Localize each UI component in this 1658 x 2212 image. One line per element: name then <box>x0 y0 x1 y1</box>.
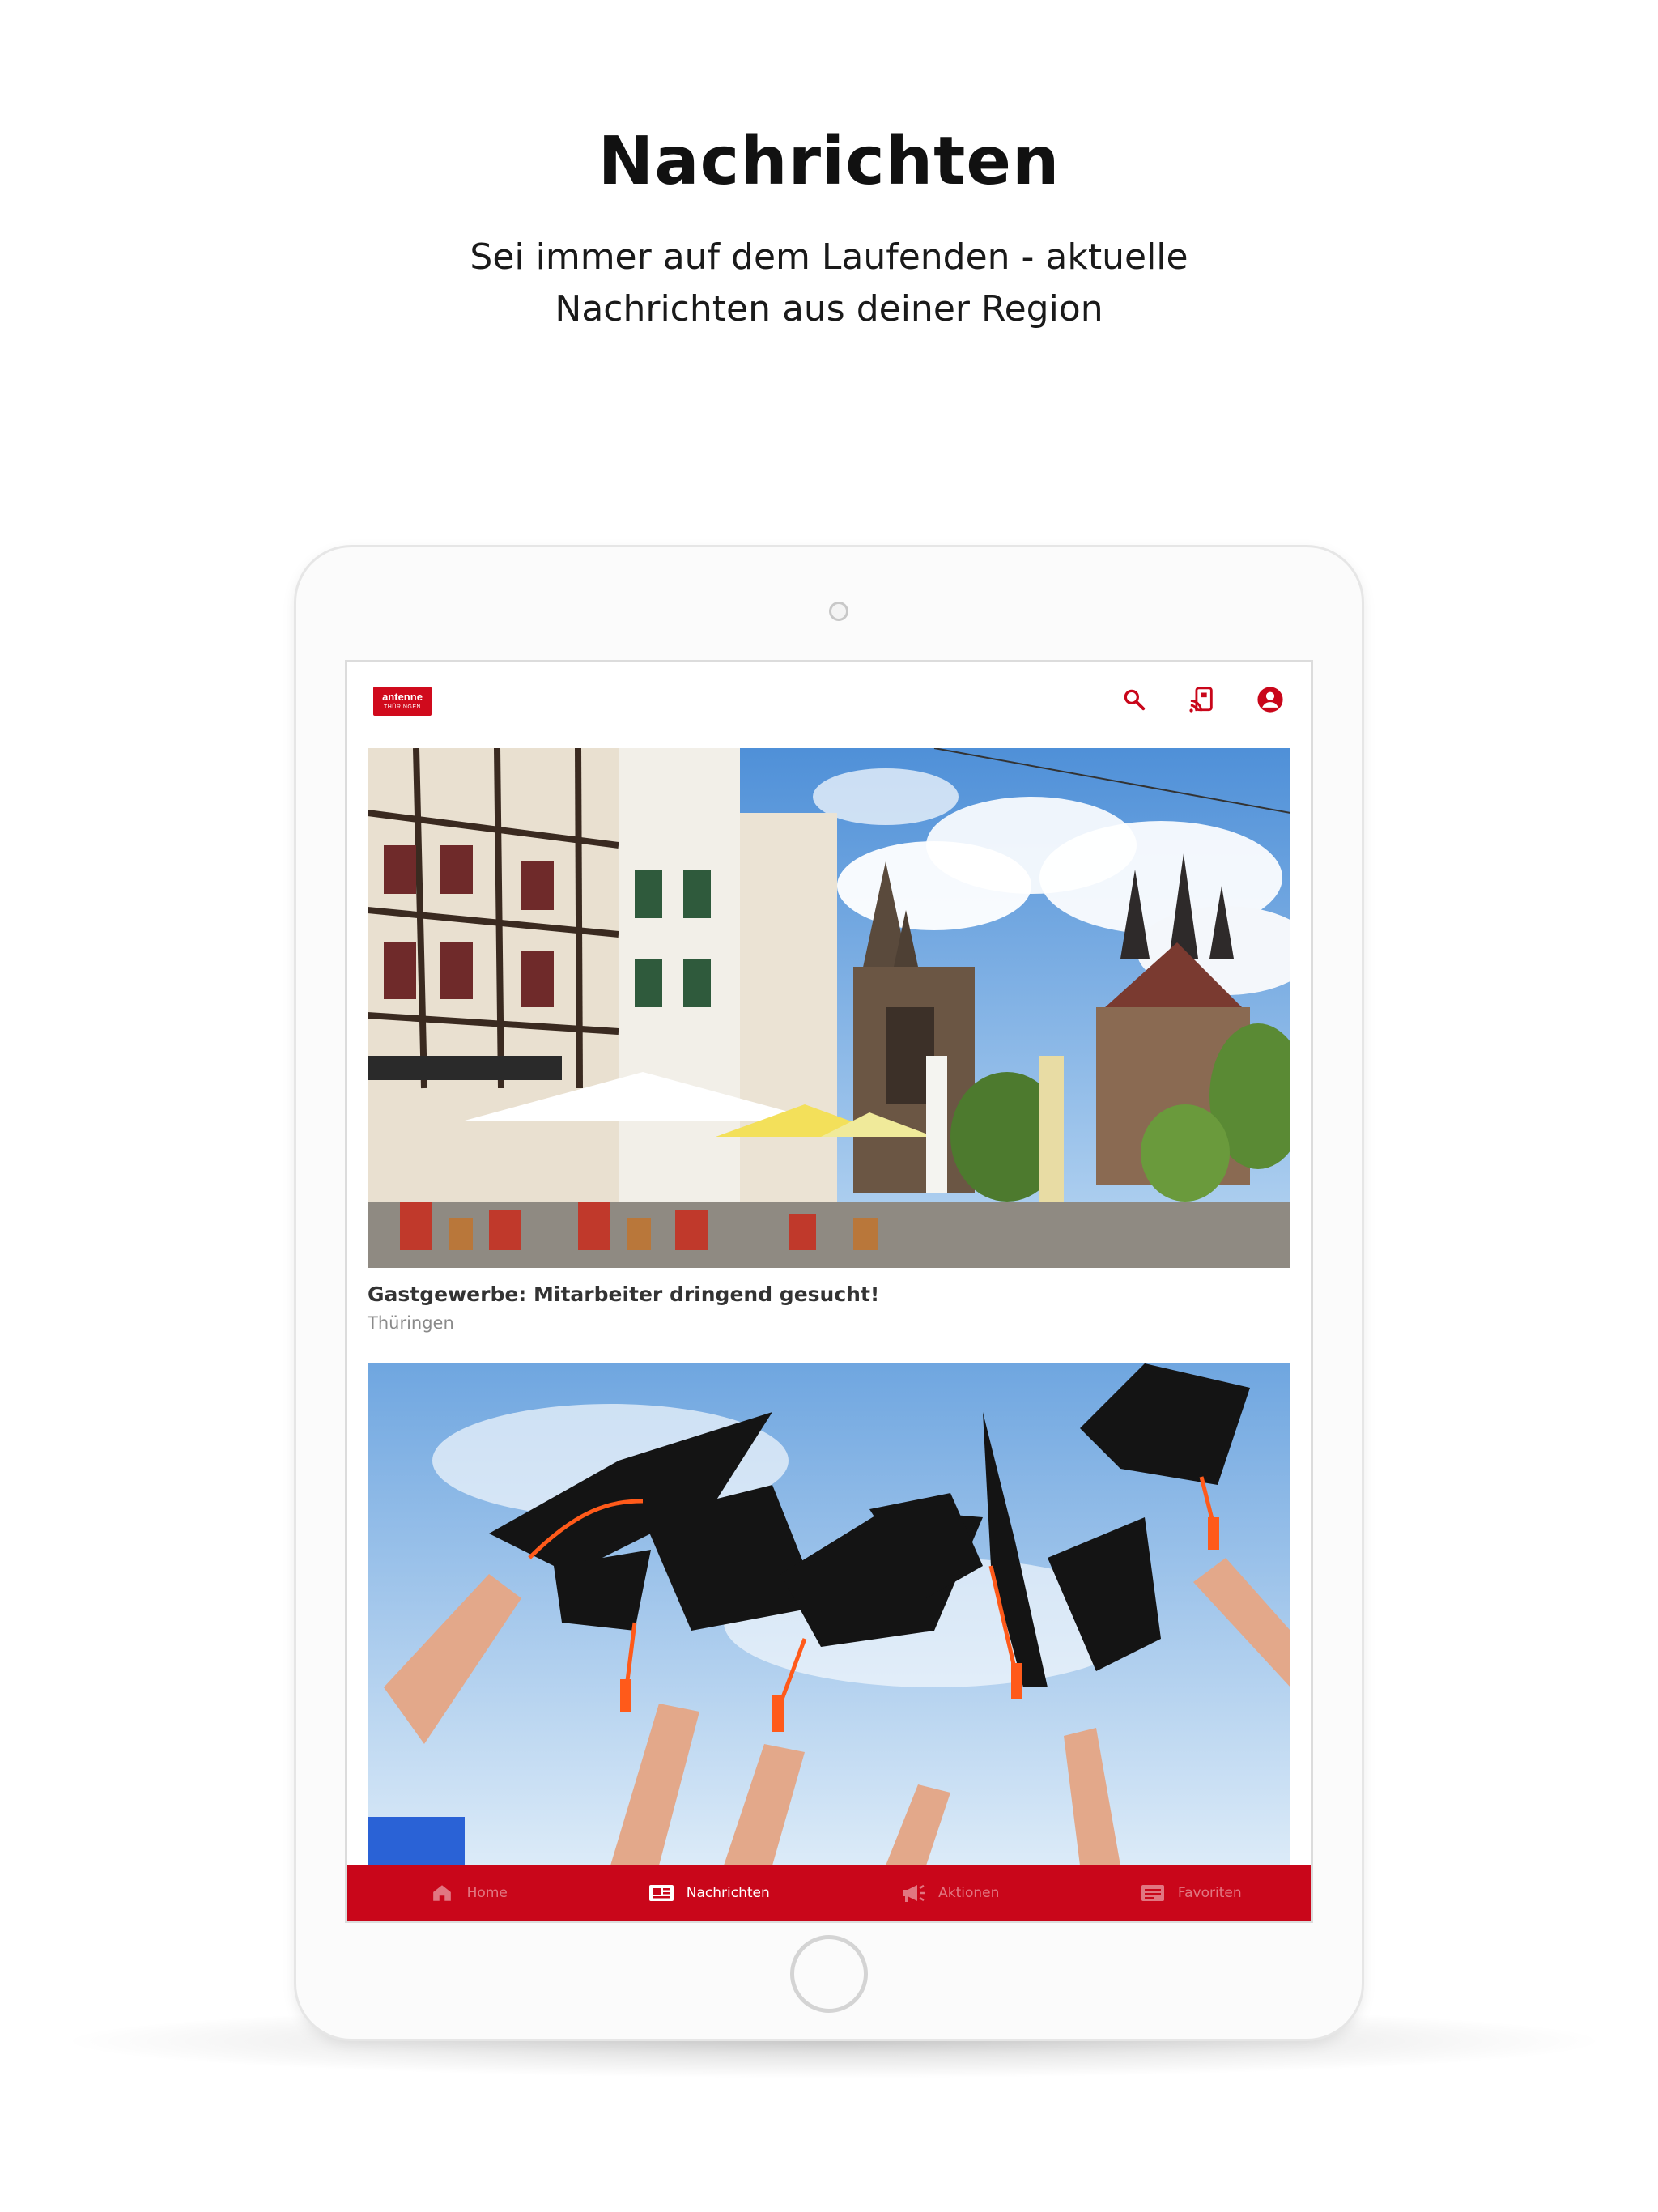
tablet-home-button[interactable] <box>790 1935 868 2013</box>
cast-icon <box>1189 687 1213 713</box>
news-card[interactable]: Gastgewerbe: Mitarbeiter dringend gesuch… <box>368 748 1290 1333</box>
logo-region: THÜRINGEN <box>383 704 422 710</box>
account-button[interactable] <box>1254 683 1286 716</box>
news-card-image[interactable] <box>368 1363 1290 1865</box>
nav-item-label: Aktionen <box>938 1885 1000 1901</box>
home-icon <box>428 1882 456 1904</box>
nav-item-favoriten[interactable]: Favoriten <box>1070 1865 1312 1921</box>
search-icon <box>1124 689 1146 711</box>
nav-item-aktionen[interactable]: Aktionen <box>829 1865 1070 1921</box>
news-card-title[interactable]: Gastgewerbe: Mitarbeiter dringend gesuch… <box>368 1281 1290 1308</box>
nav-item-label: Favoriten <box>1177 1885 1242 1901</box>
megaphone-icon <box>899 1882 927 1904</box>
hero-subtitle-line-1: Sei immer auf dem Laufenden - aktuelle <box>470 236 1188 278</box>
bottom-navigation: Home Nachrichten Aktionen Favoriten <box>347 1865 1311 1921</box>
news-card[interactable] <box>368 1363 1290 1878</box>
cast-button[interactable] <box>1186 683 1218 716</box>
app-screen: antenne THÜRINGEN Gastgewerbe: Mitarbeit… <box>347 662 1311 1921</box>
app-bar: antenne THÜRINGEN <box>347 662 1311 737</box>
account-icon <box>1257 687 1283 713</box>
hero-subtitle: Sei immer auf dem Laufenden - aktuelle N… <box>0 232 1658 335</box>
news-card-category: Thüringen <box>368 1313 454 1333</box>
tablet-camera <box>829 602 848 621</box>
hero-subtitle-line-2: Nachrichten aus deiner Region <box>555 288 1103 330</box>
nav-item-nachrichten[interactable]: Nachrichten <box>589 1865 830 1921</box>
logo-wordmark: antenne <box>382 691 423 703</box>
nav-item-home[interactable]: Home <box>347 1865 589 1921</box>
hero-title: Nachrichten <box>597 123 1061 200</box>
antenne-logo[interactable]: antenne THÜRINGEN <box>373 687 432 716</box>
nav-item-label: Nachrichten <box>686 1885 770 1901</box>
nav-item-label: Home <box>466 1885 508 1901</box>
news-card-image[interactable] <box>368 748 1290 1268</box>
favorites-icon <box>1139 1882 1167 1904</box>
newspaper-icon <box>648 1882 675 1904</box>
search-button[interactable] <box>1118 683 1150 716</box>
